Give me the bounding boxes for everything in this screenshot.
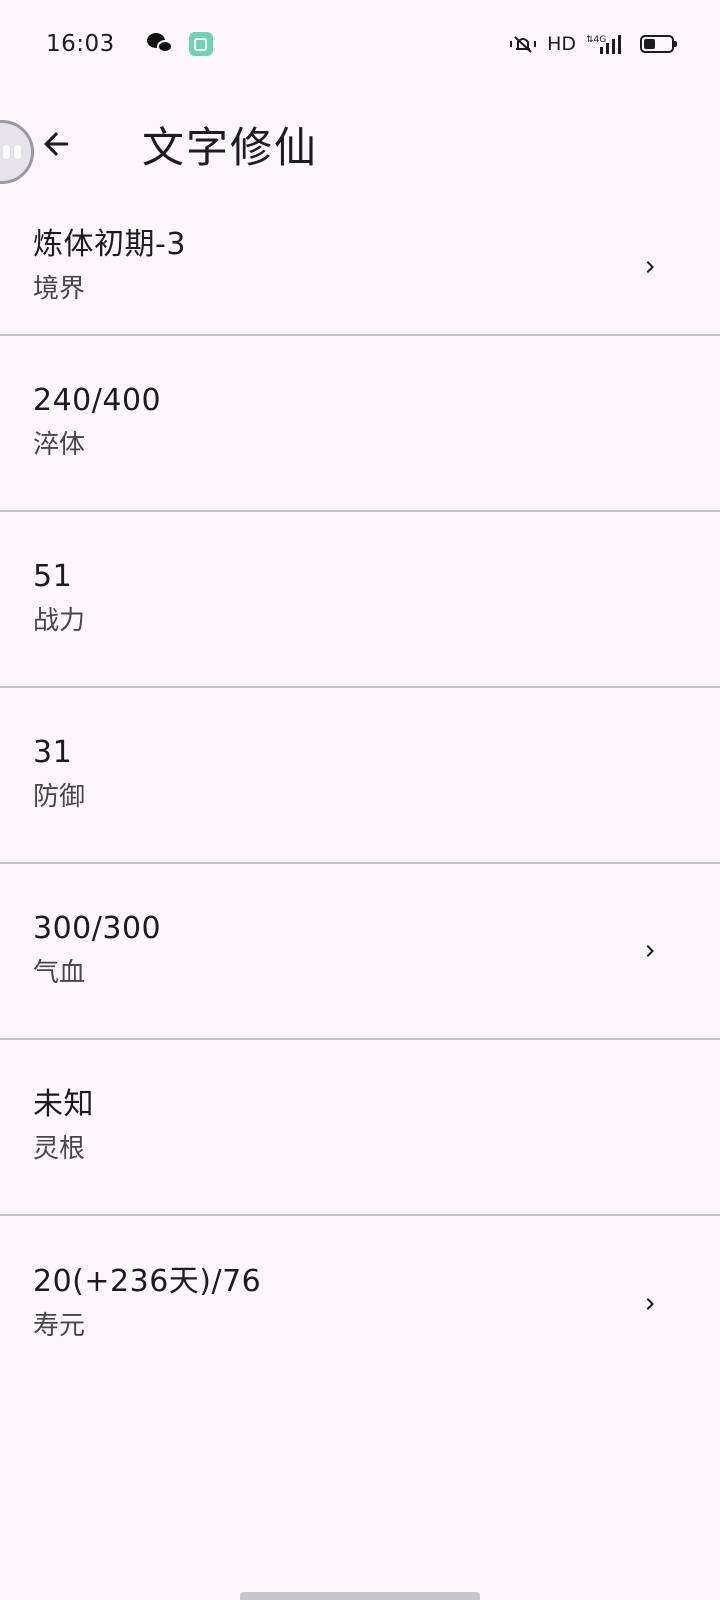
wechat-icon [146, 33, 173, 55]
list-item-lifespan[interactable]: 20(+236天)/76 寿元 [0, 1216, 720, 1392]
list-item-label: 寿元 [33, 1311, 86, 1341]
list-item-label: 战力 [33, 606, 86, 636]
list-item-value: 炼体初期-3 [33, 227, 186, 262]
list-item-text: 240/400 淬体 [33, 381, 161, 465]
chevron-right-icon [646, 1298, 654, 1310]
back-button[interactable] [32, 120, 80, 168]
home-indicator[interactable] [240, 1592, 480, 1600]
list-item-text: 炼体初期-3 境界 [33, 225, 186, 309]
handle-eye-left [3, 145, 10, 159]
list-item-value: 未知 [33, 1087, 94, 1122]
list-item-text: 31 防御 [33, 733, 85, 817]
chevron-right-icon [646, 945, 654, 957]
list-item-spirit-root[interactable]: 未知 灵根 [0, 1040, 720, 1216]
app-badge-icon [188, 32, 213, 56]
screen: 16:03 HD ⇅4G 文字修仙 炼体初期-3 境界 240/400 淬体 5… [0, 0, 720, 1600]
list-item-health[interactable]: 300/300 气血 [0, 864, 720, 1040]
handle-eye-right [14, 145, 21, 159]
top-app-bar: 文字修仙 [0, 88, 720, 200]
list-item-label: 灵根 [33, 1134, 86, 1164]
list-item-value: 300/300 [33, 911, 162, 946]
mute-icon [510, 36, 537, 53]
network-hd-label: HD [547, 33, 576, 55]
signal-4g-icon: ⇅4G [586, 35, 621, 54]
list-item-label: 气血 [33, 958, 86, 988]
arrow-back-icon [44, 132, 68, 156]
status-bar: 16:03 HD ⇅4G [0, 0, 720, 88]
page-title: 文字修仙 [142, 122, 319, 172]
list-item-combat-power[interactable]: 51 战力 [0, 512, 720, 688]
list-item-label: 淬体 [33, 430, 86, 460]
list-item-label: 境界 [33, 274, 86, 304]
list-item-text: 51 战力 [33, 557, 85, 641]
list-item-text: 未知 灵根 [33, 1085, 94, 1169]
list-item-realm[interactable]: 炼体初期-3 境界 [0, 200, 720, 336]
list-item-text: 20(+236天)/76 寿元 [33, 1262, 261, 1346]
list-item-body-tempering[interactable]: 240/400 淬体 [0, 336, 720, 512]
battery-icon [640, 35, 677, 53]
list-item-text: 300/300 气血 [33, 909, 161, 993]
svg-text:⇅4G: ⇅4G [586, 35, 606, 45]
attribute-list: 炼体初期-3 境界 240/400 淬体 51 战力 31 防御 300/300… [0, 200, 720, 1392]
list-item-value: 240/400 [33, 383, 162, 418]
list-item-defense[interactable]: 31 防御 [0, 688, 720, 864]
status-right: HD ⇅4G [509, 33, 677, 55]
list-item-value: 31 [33, 735, 73, 770]
list-item-label: 防御 [33, 782, 86, 812]
list-item-value: 20(+236天)/76 [33, 1264, 262, 1299]
status-time: 16:03 [46, 31, 115, 57]
list-item-value: 51 [33, 559, 73, 594]
status-left: 16:03 [46, 31, 213, 57]
chevron-right-icon [646, 261, 654, 273]
